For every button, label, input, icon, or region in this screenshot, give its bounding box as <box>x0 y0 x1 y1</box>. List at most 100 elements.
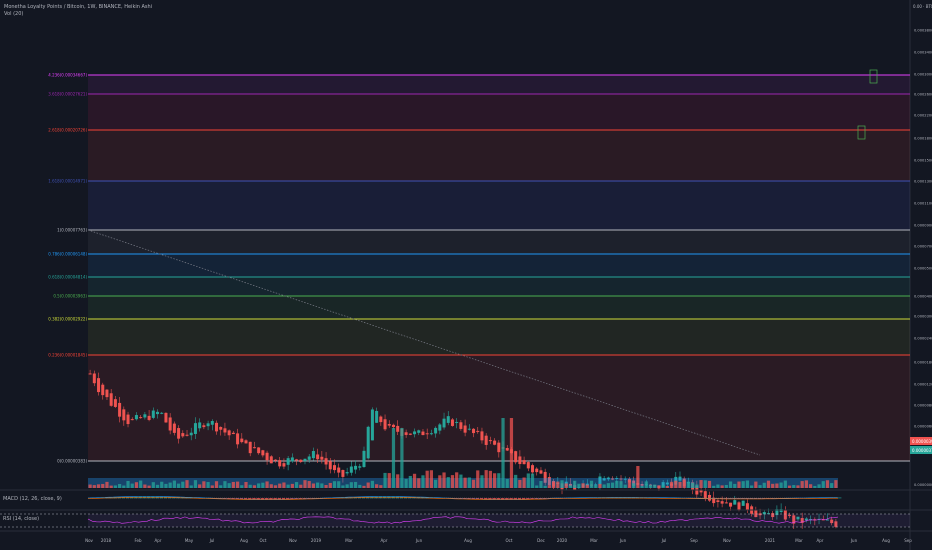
indicator-axis-tick: 0.00000000 <box>914 483 932 487</box>
candle-body <box>450 419 454 426</box>
volume-bar <box>240 485 244 488</box>
volume-bar <box>168 482 172 488</box>
candle-body <box>362 450 366 467</box>
fib-zone <box>88 181 910 230</box>
candle-body <box>210 421 214 425</box>
price-axis-tick: 0.00000800 <box>914 404 932 408</box>
candle-body <box>413 431 417 435</box>
volume-bar <box>817 484 821 488</box>
candle-body <box>299 459 303 463</box>
volume-bar <box>783 480 787 488</box>
volume-label: Vol (20) <box>4 11 24 17</box>
volume-bar <box>290 483 294 488</box>
candle-body <box>535 468 539 473</box>
candle-body <box>379 416 383 423</box>
candle-body <box>442 418 446 428</box>
candle-body <box>429 433 433 435</box>
volume-bar <box>648 484 653 488</box>
volume-bar <box>101 483 105 488</box>
candle-body <box>198 422 202 429</box>
candle-body <box>505 447 509 451</box>
candle-body <box>425 433 429 435</box>
candle-body <box>733 500 737 505</box>
candle-body <box>303 458 307 461</box>
volume-bar <box>568 485 573 488</box>
volume-bar <box>809 484 813 488</box>
price-axis-tick: 0.00022000 <box>914 114 932 118</box>
volume-bar <box>303 480 307 488</box>
price-axis-tick: 0.00009000 <box>914 224 932 228</box>
volume-bar <box>623 484 627 488</box>
volume-bar <box>362 485 366 488</box>
volume-bar <box>564 483 568 488</box>
volume-bar <box>126 480 130 488</box>
volume-bar <box>581 483 585 488</box>
volume-bar <box>109 485 113 488</box>
volume-bar <box>446 477 450 488</box>
time-axis-label: Apr <box>817 538 824 543</box>
candle-body <box>219 426 223 430</box>
volume-bar <box>728 481 733 488</box>
volume-bar <box>117 484 122 488</box>
price-axis-tick: 0.00001200 <box>914 383 932 387</box>
candle-body <box>244 440 248 444</box>
volume-bar <box>825 480 830 488</box>
candle-body <box>518 456 522 465</box>
candle-body <box>189 432 193 436</box>
candle-body <box>160 412 164 414</box>
candle-body <box>151 410 155 418</box>
volume-bar <box>404 479 408 488</box>
candle-body <box>446 416 450 423</box>
candle-body <box>514 451 518 463</box>
volume-bar <box>543 485 547 488</box>
price-axis-tick: 0.00013000 <box>914 180 932 184</box>
candle-body <box>737 502 741 510</box>
candle-body <box>741 500 745 506</box>
volume-bar <box>134 482 139 488</box>
candle-body <box>745 503 749 510</box>
candle-body <box>126 414 130 425</box>
time-axis-label: 2019 <box>311 538 322 543</box>
volume-bar <box>261 482 265 488</box>
time-axis-label: Dec <box>537 538 545 543</box>
candle-body <box>202 425 206 428</box>
candle-body <box>118 402 122 417</box>
volume-bar <box>821 481 825 488</box>
volume-bar <box>320 483 324 488</box>
volume-bar <box>665 485 669 488</box>
volume-bar <box>248 484 252 488</box>
volume-bar <box>695 484 699 488</box>
candle-body <box>707 494 711 501</box>
volume-bar <box>644 481 648 488</box>
price-axis-tick: 0.00004000 <box>914 295 932 299</box>
volume-bar <box>332 481 337 488</box>
candle-body <box>206 423 210 427</box>
candle-body <box>193 423 197 434</box>
volume-bar <box>139 480 143 488</box>
volume-bar <box>147 485 151 488</box>
volume-bar <box>556 481 560 488</box>
price-axis-tick: 0.00000600 <box>914 425 932 429</box>
price-axis-tick: 0.00015000 <box>914 159 932 163</box>
volume-bar <box>88 484 92 488</box>
candle-body <box>421 431 425 436</box>
volume-bar <box>375 484 379 488</box>
volume-bar <box>210 485 214 488</box>
volume-bar <box>130 483 134 488</box>
fib-zone <box>88 254 910 277</box>
candle-body <box>185 434 189 436</box>
volume-bar <box>324 484 328 488</box>
candle-body <box>434 427 438 434</box>
volume-bar <box>202 481 206 488</box>
candle-body <box>358 466 362 468</box>
candle-body <box>526 462 530 469</box>
rsi-label: RSI (14, close) <box>3 516 40 522</box>
volume-bar <box>615 480 619 488</box>
candle-body <box>164 412 168 423</box>
candle-body <box>215 422 219 432</box>
candle-body <box>720 501 724 504</box>
volume-bar <box>396 474 400 488</box>
candle-body <box>113 399 117 407</box>
volume-bar <box>366 482 370 488</box>
chart-canvas[interactable]: 4.236(0.00034667) 3.618(0.00027621) 2.618(… <box>0 0 932 550</box>
